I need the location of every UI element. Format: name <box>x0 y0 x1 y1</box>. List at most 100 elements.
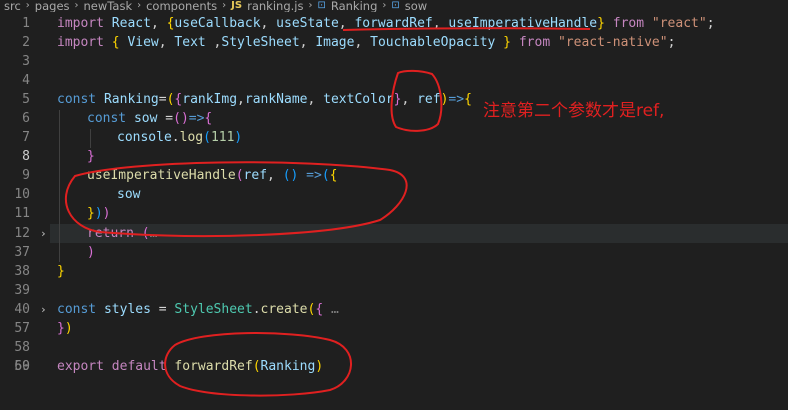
code-token: => <box>188 111 205 126</box>
breadcrumb-item-ranking[interactable]: Ranking <box>331 0 378 12</box>
line-number[interactable]: 6 <box>0 109 30 128</box>
line-number[interactable]: 3 <box>0 52 30 71</box>
line-number[interactable]: 9 <box>0 166 30 185</box>
code-line-9[interactable]: useImperativeHandle(ref, () =>({ <box>87 166 337 185</box>
code-token: { <box>204 111 213 126</box>
code-token: sow <box>117 187 141 202</box>
method-symbol-icon: ⊡ <box>391 0 400 11</box>
code-token: ) <box>64 321 73 336</box>
code-token: Ranking <box>260 359 316 374</box>
code-token: , <box>205 35 222 50</box>
code-token: => <box>298 168 322 183</box>
component-symbol-icon: ⊡ <box>317 0 326 11</box>
code-token: styles <box>103 302 151 317</box>
code-token: ; <box>706 16 715 31</box>
breadcrumb-item-sow[interactable]: sow <box>405 0 427 12</box>
indent-guide <box>90 129 91 148</box>
code-token: forwardRef <box>354 16 433 31</box>
code-token: { <box>329 168 338 183</box>
code-line-1[interactable]: import React, {useCallback, useState, fo… <box>57 14 715 33</box>
line-number-active[interactable]: 8 <box>0 147 30 166</box>
line-number[interactable]: 7 <box>0 128 30 147</box>
code-line-38[interactable]: } <box>57 262 65 281</box>
code-token: ( <box>321 168 330 183</box>
code-token: => <box>448 92 465 107</box>
code-token: create <box>260 302 308 317</box>
code-token: StyleSheet <box>174 302 253 317</box>
indent-guide <box>59 110 60 262</box>
code-token: Ranking <box>103 92 159 107</box>
line-number[interactable]: 40 <box>0 300 30 319</box>
breadcrumb: src › pages › newTask › components › JS … <box>0 0 788 12</box>
code-line-11[interactable]: })) <box>87 204 110 223</box>
code-token: { <box>315 302 324 317</box>
code-token: ( <box>173 111 181 126</box>
fold-chevron-icon[interactable]: › <box>40 224 47 243</box>
code-token: ) <box>180 111 189 126</box>
line-number[interactable]: 10 <box>0 185 30 204</box>
code-token: . <box>252 302 261 317</box>
code-line-60[interactable]: export default forwardRef(Ranking) <box>57 357 323 376</box>
line-number[interactable]: 5 <box>0 90 30 109</box>
line-number[interactable]: 1 <box>0 14 30 33</box>
code-line-6[interactable]: const sow =()=>{ <box>87 109 212 128</box>
code-token: } <box>87 206 95 221</box>
line-number[interactable]: 12 <box>0 224 30 243</box>
line-number[interactable]: 2 <box>0 33 30 52</box>
code-line-2[interactable]: import { View, Text ,StyleSheet, Image, … <box>57 33 675 52</box>
line-number[interactable]: 58 <box>0 338 30 357</box>
line-number[interactable]: 39 <box>0 281 30 300</box>
breadcrumb-item-src[interactable]: src <box>4 0 21 12</box>
js-file-icon: JS <box>231 0 243 11</box>
code-token: Text <box>174 35 206 50</box>
annotation-marks <box>64 27 591 397</box>
code-token: ) <box>315 359 324 374</box>
annotation-text: 注意第二个参数才是ref, <box>483 101 665 121</box>
line-number[interactable]: 57 <box>0 319 30 338</box>
code-token: = <box>158 92 167 107</box>
code-token: { <box>111 35 128 50</box>
code-token: ( <box>203 130 211 145</box>
code-token: Image <box>315 35 355 50</box>
code-line-7[interactable]: console.log(111) <box>117 128 242 147</box>
line-number[interactable]: 4 <box>0 71 30 90</box>
code-line-40[interactable]: const styles = StyleSheet.create({ … <box>57 300 339 319</box>
line-number[interactable]: 11 <box>0 204 30 223</box>
code-line-5[interactable]: const Ranking=({rankImg,rankName, textCo… <box>57 90 472 109</box>
code-token: ) <box>87 245 95 260</box>
code-line-8[interactable]: } <box>87 147 95 166</box>
code-token: useImperativeHandle <box>448 16 598 31</box>
breadcrumb-item-newtask[interactable]: newTask <box>84 0 133 12</box>
code-line-57[interactable]: }) <box>57 319 73 338</box>
code-token: = <box>150 302 175 317</box>
code-line-10[interactable]: sow <box>117 185 140 204</box>
line-number[interactable]: 60 <box>0 357 30 376</box>
code-token: } <box>87 149 95 164</box>
code-line-37[interactable]: ) <box>87 243 95 262</box>
code-token: , <box>401 92 418 107</box>
code-token: "react-native" <box>557 35 668 50</box>
code-token: } <box>597 16 605 31</box>
chevron-right-icon: › <box>308 0 313 11</box>
breadcrumb-item-pages[interactable]: pages <box>35 0 70 12</box>
line-number[interactable]: 38 <box>0 262 30 281</box>
code-token: , <box>338 16 355 31</box>
code-line-12[interactable]: return (… <box>87 224 157 243</box>
code-token: log <box>179 130 204 145</box>
code-token: rankName <box>244 92 308 107</box>
code-token: forwardRef <box>174 359 253 374</box>
code-token: console <box>117 130 172 145</box>
line-number[interactable]: 37 <box>0 243 30 262</box>
breadcrumb-item-components[interactable]: components <box>146 0 217 12</box>
code-token: ) <box>234 130 243 145</box>
code-token: useImperativeHandle <box>87 168 236 183</box>
code-token: , <box>150 16 167 31</box>
code-token: useState <box>276 16 339 31</box>
fold-chevron-icon[interactable]: › <box>40 300 47 319</box>
code-token: sow <box>133 111 158 126</box>
breadcrumb-item-file[interactable]: ranking.js <box>247 0 303 12</box>
code-token: View <box>127 35 159 50</box>
code-token: , <box>267 168 283 183</box>
code-token: } <box>495 35 512 50</box>
code-token: textColor <box>323 92 394 107</box>
